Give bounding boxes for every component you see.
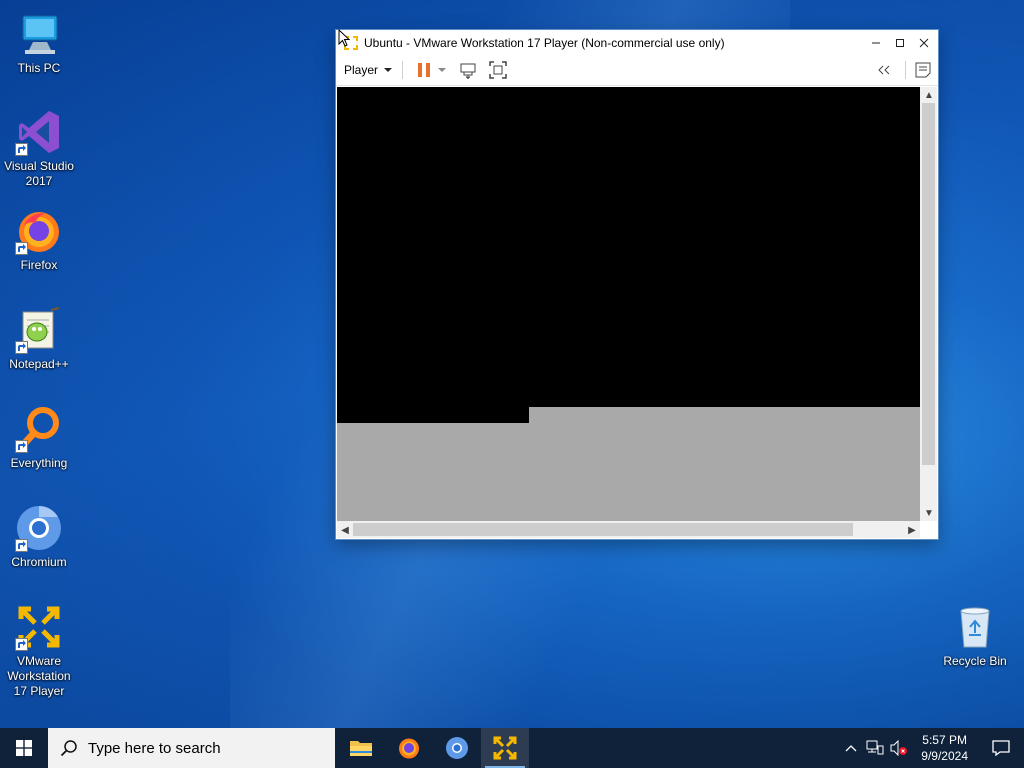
pause-button[interactable] — [413, 59, 435, 81]
desktop-icon-label: Chromium — [11, 555, 67, 569]
vertical-scroll-thumb[interactable] — [922, 103, 935, 465]
send-keys-icon — [460, 63, 476, 79]
desktop-icon-label: Firefox — [20, 258, 58, 272]
desktop-icon-label: This PC — [17, 61, 61, 75]
system-tray: 5:57 PM 9/9/2024 — [839, 728, 1024, 768]
this-pc-icon — [15, 10, 63, 58]
action-center-button[interactable] — [978, 728, 1024, 768]
pause-icon — [418, 63, 431, 77]
desktop-icon-visual-studio[interactable]: Visual Studio 2017 — [1, 108, 77, 189]
desktop-icon-firefox[interactable]: Firefox — [1, 207, 77, 273]
vm-screen-black-area — [337, 87, 920, 407]
search-icon — [60, 740, 77, 757]
network-icon — [866, 740, 884, 755]
shortcut-arrow-icon — [15, 341, 28, 354]
chromium-icon — [446, 737, 468, 759]
toolbar-divider — [402, 61, 404, 79]
notepad-plus-plus-icon — [15, 306, 63, 354]
vm-screen-black-area — [337, 407, 529, 423]
vmware-window[interactable]: Ubuntu - VMware Workstation 17 Player (N… — [336, 30, 938, 539]
taskbar-file-explorer[interactable] — [337, 728, 385, 768]
notification-icon — [992, 740, 1010, 756]
firefox-icon — [15, 207, 63, 255]
collapse-toolbar-button[interactable] — [873, 59, 895, 81]
fullscreen-icon — [489, 61, 507, 79]
message-log-icon — [915, 62, 931, 78]
taskbar-search-box[interactable]: Type here to search — [48, 728, 335, 768]
minimize-button[interactable] — [864, 30, 888, 55]
maximize-button[interactable] — [888, 30, 912, 55]
chevron-down-icon — [438, 68, 447, 72]
horizontal-scroll-thumb[interactable] — [353, 523, 853, 536]
shortcut-arrow-icon — [15, 638, 28, 651]
everything-search-icon — [15, 405, 63, 453]
clock-date: 9/9/2024 — [921, 749, 968, 763]
desktop-icon-label: VMware Workstation 17 Player — [7, 654, 71, 698]
taskbar-chromium[interactable] — [433, 728, 481, 768]
pause-dropdown-button[interactable] — [435, 59, 449, 81]
toolbar-divider — [905, 61, 906, 79]
desktop-icon-vmware-player[interactable]: VMware Workstation 17 Player — [1, 603, 77, 699]
clock-time: 5:57 PM — [922, 733, 967, 747]
close-icon — [919, 38, 929, 47]
shortcut-arrow-icon — [15, 242, 28, 255]
title-bar[interactable]: Ubuntu - VMware Workstation 17 Player (N… — [336, 30, 938, 55]
shortcut-arrow-icon — [15, 539, 28, 552]
chromium-icon — [15, 504, 63, 552]
network-status-button[interactable] — [863, 728, 887, 768]
taskbar-clock[interactable]: 5:57 PM 9/9/2024 — [921, 732, 968, 764]
chevron-down-icon — [384, 68, 393, 72]
scroll-left-icon[interactable]: ◀ — [337, 522, 353, 538]
vmware-player-icon — [493, 736, 517, 760]
desktop-icon-notepad-plus-plus[interactable]: Notepad++ — [1, 306, 77, 372]
scroll-right-icon[interactable]: ▶ — [904, 522, 920, 538]
message-log-button[interactable] — [912, 59, 934, 81]
chevron-up-icon — [845, 745, 857, 752]
desktop-icon-label: Everything — [10, 456, 68, 470]
desktop-icon-this-pc[interactable]: This PC — [1, 10, 77, 76]
taskbar-firefox[interactable] — [385, 728, 433, 768]
double-chevron-left-icon — [878, 65, 890, 75]
start-button[interactable] — [0, 728, 48, 768]
search-placeholder: Type here to search — [88, 739, 221, 757]
desktop-icon-chromium[interactable]: Chromium — [1, 504, 77, 570]
close-button[interactable] — [912, 30, 936, 55]
maximize-icon — [896, 38, 904, 47]
desktop-icon-label: Notepad++ — [9, 357, 69, 371]
mouse-cursor-icon — [338, 29, 350, 47]
minimize-icon — [872, 42, 880, 43]
volume-muted-icon — [890, 740, 908, 756]
player-menu-button[interactable]: Player — [344, 63, 393, 77]
fullscreen-button[interactable] — [487, 59, 509, 81]
scroll-up-icon[interactable]: ▲ — [921, 87, 937, 103]
volume-button[interactable] — [887, 728, 911, 768]
shortcut-arrow-icon — [15, 143, 28, 156]
desktop-icon-label: Recycle Bin — [943, 654, 1007, 668]
taskbar-vmware-player[interactable] — [481, 728, 529, 768]
recycle-bin-icon — [951, 603, 999, 651]
windows-logo-icon — [16, 740, 32, 756]
vm-toolbar: Player — [336, 55, 938, 86]
vertical-scrollbar[interactable]: ▲ ▼ — [920, 87, 937, 521]
send-ctrl-alt-del-button[interactable] — [457, 59, 479, 81]
player-menu-label: Player — [344, 63, 379, 77]
show-hidden-icons-button[interactable] — [839, 728, 863, 768]
desktop-icon-recycle-bin[interactable]: Recycle Bin — [937, 603, 1013, 669]
firefox-icon — [399, 738, 419, 759]
horizontal-scrollbar[interactable]: ◀ ▶ — [337, 521, 920, 538]
vmware-player-icon — [15, 603, 63, 651]
folder-icon — [350, 741, 372, 756]
vm-display[interactable] — [337, 87, 920, 521]
shortcut-arrow-icon — [15, 440, 28, 453]
taskbar: Type here to search 5:57 PM 9/9/2024 — [0, 728, 1024, 768]
window-title: Ubuntu - VMware Workstation 17 Player (N… — [364, 35, 725, 50]
visual-studio-icon — [15, 108, 63, 156]
desktop-icon-label: Visual Studio 2017 — [4, 159, 74, 188]
desktop-icon-everything[interactable]: Everything — [1, 405, 77, 471]
scroll-down-icon[interactable]: ▼ — [921, 505, 937, 521]
